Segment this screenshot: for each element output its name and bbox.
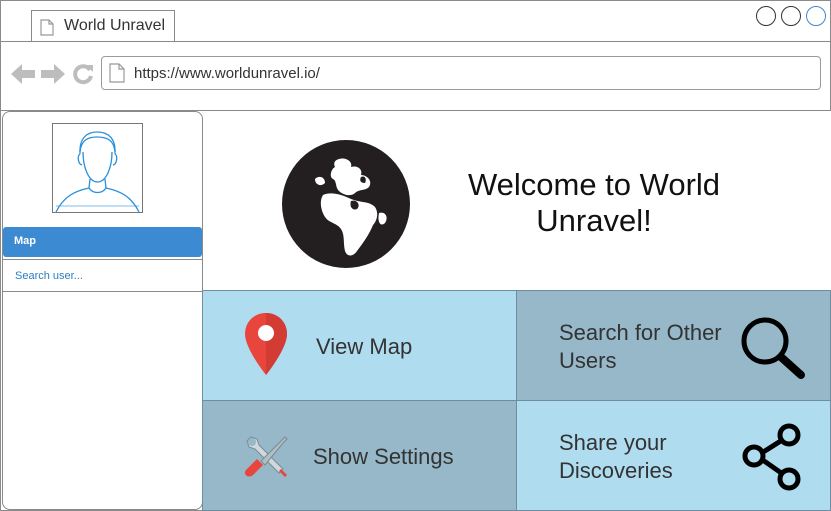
search-users-tile[interactable]: Search for Other Users: [516, 290, 831, 401]
map-pin-icon: [245, 313, 287, 375]
show-settings-tile[interactable]: Show Settings: [202, 400, 517, 511]
share-discoveries-label: Share your Discoveries: [559, 430, 673, 483]
tab-title: World Unravel: [64, 17, 166, 34]
sidebar-item-map[interactable]: Map: [3, 227, 202, 257]
search-user-placeholder: Search user...: [15, 270, 83, 282]
avatar[interactable]: [52, 123, 143, 213]
tab-bar: World Unravel: [1, 1, 830, 42]
user-profile-icon: [55, 131, 140, 213]
window-button-2[interactable]: [781, 6, 801, 26]
url-text: https://www.worldunravel.io/: [134, 65, 320, 82]
document-icon: [40, 19, 54, 36]
browser-window: World Unravel https://www.worldunravel.i…: [0, 0, 831, 511]
share-icon: [742, 423, 801, 491]
navigation-bar: https://www.worldunravel.io/: [1, 42, 830, 111]
tools-icon: [244, 436, 288, 477]
search-users-label: Search for Other Users: [559, 320, 722, 373]
show-settings-label: Show Settings: [313, 444, 454, 469]
globe-icon: [281, 139, 411, 268]
sidebar: Map Search user...: [2, 111, 203, 510]
welcome-heading: Welcome to World Unravel!: [467, 167, 721, 238]
window-button-3[interactable]: [806, 6, 826, 26]
view-map-tile[interactable]: View Map: [202, 290, 517, 401]
sidebar-item-label: Map: [14, 235, 36, 247]
view-map-label: View Map: [316, 334, 413, 359]
share-discoveries-tile[interactable]: Share your Discoveries: [516, 400, 831, 511]
back-arrow-icon[interactable]: [11, 64, 35, 84]
search-user-field[interactable]: Search user...: [3, 259, 202, 292]
page-icon: [109, 63, 125, 83]
browser-tab[interactable]: World Unravel: [31, 10, 175, 41]
magnifier-icon: [741, 317, 805, 379]
reload-icon[interactable]: [72, 63, 94, 85]
window-button-1[interactable]: [756, 6, 776, 26]
forward-arrow-icon[interactable]: [41, 64, 65, 84]
hero-banner: Welcome to World Unravel!: [203, 111, 831, 291]
address-bar[interactable]: https://www.worldunravel.io/: [101, 56, 821, 90]
